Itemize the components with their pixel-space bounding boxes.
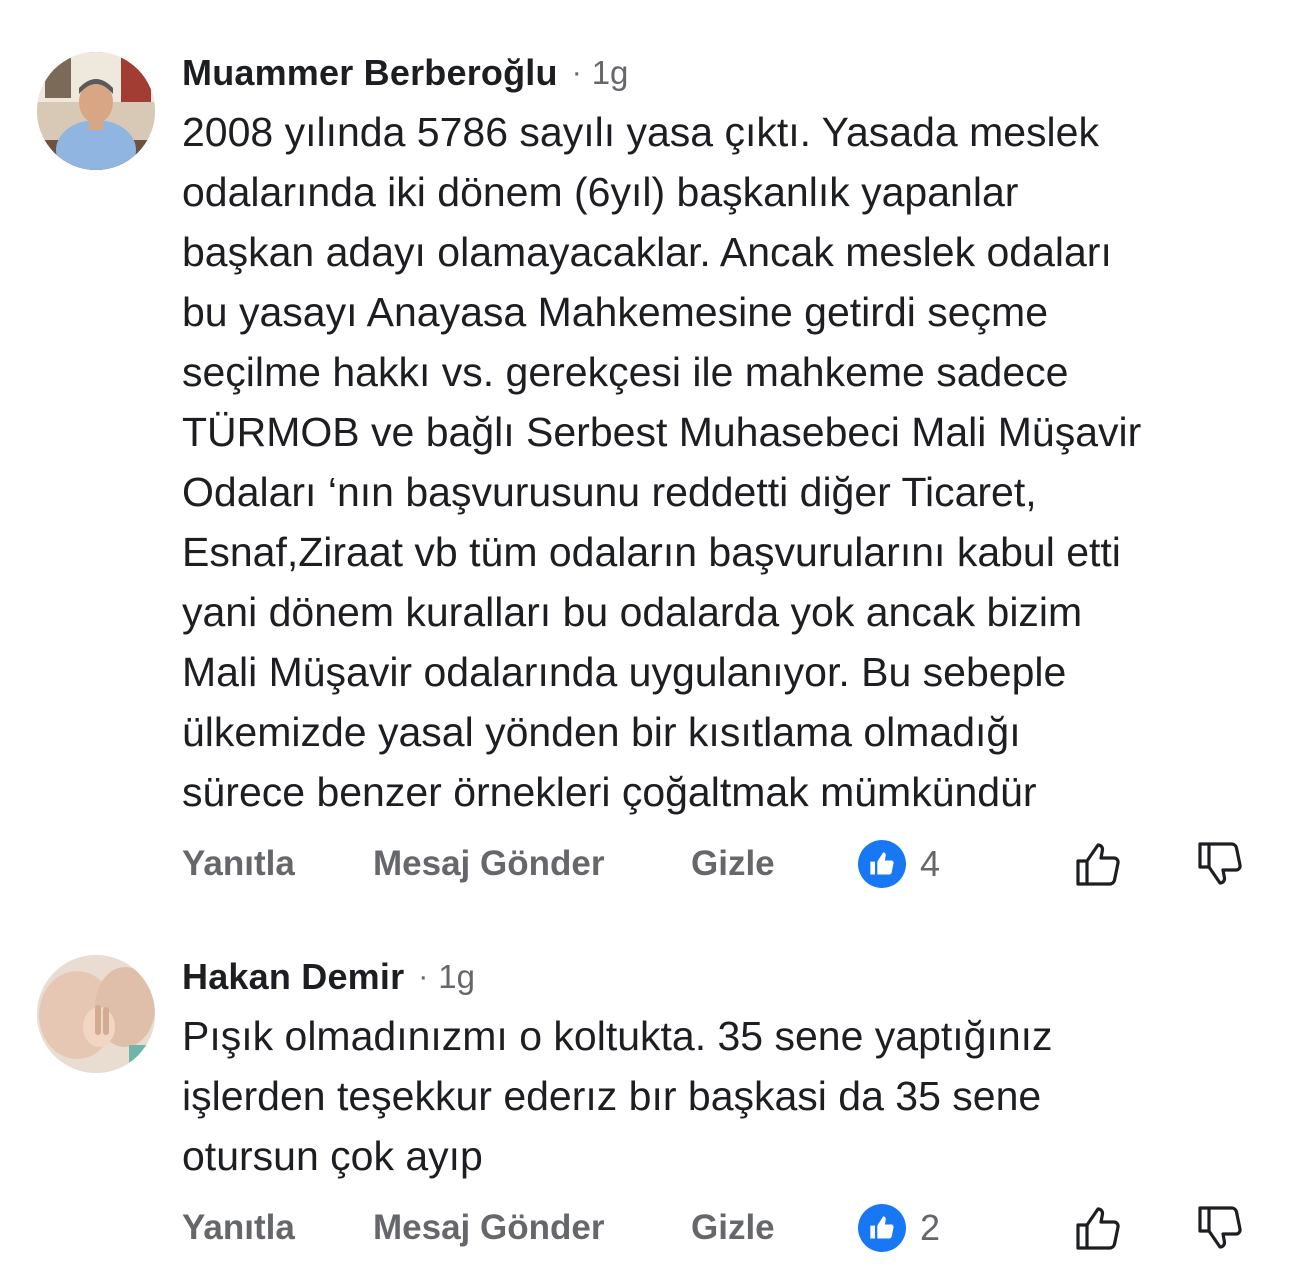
comment-line: odalarında iki dönem (6yıl) başkanlık ya… [182,169,1019,215]
comment-line: Odaları ‘nın başvurusunu reddetti diğer … [182,469,1037,515]
comment-line: bu yasayı Anayasa Mahkemesine getirdi se… [182,289,1049,335]
comment-line: başkan adayı olamayacaklar. Ancak meslek… [182,229,1112,275]
comment-line: Mali Müşavir odalarında uygulanıyor. Bu … [182,649,1067,695]
comment-line: Esnaf,Ziraat vb tüm odaların başvuruları… [182,529,1121,575]
comment-text: Pışık olmadınızmı o koltukta. 35 sene ya… [182,1006,1262,1186]
avatar-photo [37,52,155,170]
reaction-summary[interactable]: 2 [858,1204,940,1252]
separator-dot: · [418,960,429,993]
thumbs-up-outline-icon[interactable] [1070,1200,1126,1256]
comment-line: otursun çok ayıp [182,1133,483,1179]
thumbs-up-outline-icon[interactable] [1070,836,1126,892]
comment-line: yani dönem kuralları bu odalarda yok anc… [182,589,1083,635]
comment-actions: Yanıtla Mesaj Gönder Gizle 2 [0,1200,1290,1256]
comment-header: Muammer Berberoğlu · 1g [182,48,1262,98]
avatar-photo [37,955,155,1073]
reaction-summary[interactable]: 4 [858,840,940,888]
comment-line: TÜRMOB ve bağlı Serbest Muhasebeci Mali … [182,409,1142,455]
timestamp[interactable]: 1g [592,54,629,92]
comment-text: 2008 yılında 5786 sayılı yasa çıktı. Yas… [182,102,1262,822]
avatar[interactable] [37,52,155,170]
reply-button[interactable]: Yanıtla [182,1200,295,1256]
comment-actions: Yanıtla Mesaj Gönder Gizle 4 [0,836,1290,892]
like-reaction-icon [858,1204,906,1252]
separator-dot: · [571,56,582,89]
author-name[interactable]: Muammer Berberoğlu [182,52,558,94]
avatar[interactable] [37,955,155,1073]
comment-header: Hakan Demir · 1g [182,952,1262,1002]
author-name[interactable]: Hakan Demir [182,956,404,998]
comment-line: 2008 yılında 5786 sayılı yasa çıktı. Yas… [182,109,1099,155]
like-count: 4 [920,843,941,884]
comment-line: ülkemizde yasal yönden bir kısıtlama olm… [182,709,1021,755]
comment-line: seçilme hakkı vs. gerekçesi ile mahkeme … [182,349,1069,395]
comment-line: Pışık olmadınızmı o koltukta. 35 sene ya… [182,1013,1053,1059]
hide-button[interactable]: Gizle [691,836,775,892]
send-message-button[interactable]: Mesaj Gönder [373,836,604,892]
comment-line: işlerden teşekkur ederız bır başkasi da … [182,1073,1042,1119]
send-message-button[interactable]: Mesaj Gönder [373,1200,604,1256]
like-count: 2 [920,1207,941,1248]
thumbs-down-outline-icon[interactable] [1192,1200,1248,1256]
like-reaction-icon [858,840,906,888]
hide-button[interactable]: Gizle [691,1200,775,1256]
thumbs-down-outline-icon[interactable] [1192,836,1248,892]
timestamp[interactable]: 1g [438,958,475,996]
comment-line: sürece benzer örnekleri çoğaltmak mümkün… [182,769,1037,815]
reply-button[interactable]: Yanıtla [182,836,295,892]
